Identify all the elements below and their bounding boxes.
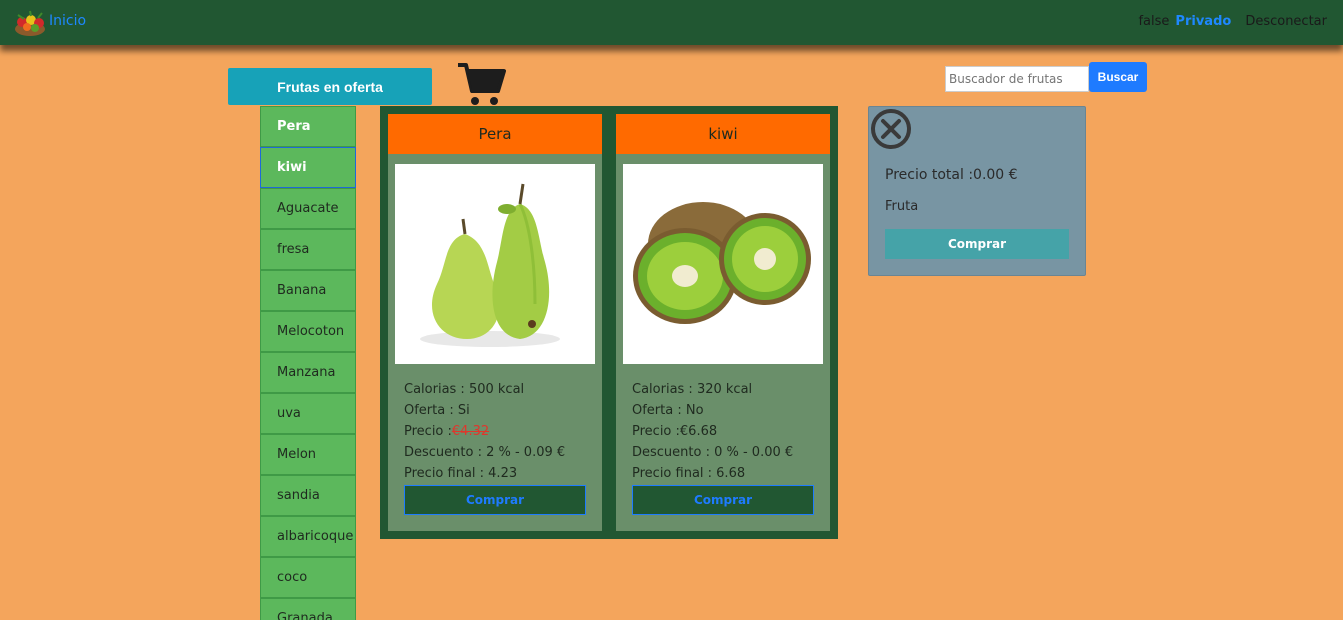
nav-right: false Privado Desconectar <box>1138 14 1327 29</box>
product-final-price: Precio final : 4.23 <box>404 466 518 481</box>
product-offer: Oferta : Si <box>404 403 470 418</box>
fruit-basket-icon[interactable] <box>12 7 48 37</box>
sidebar-item-melon[interactable]: Melon <box>260 434 356 475</box>
product-details: Calorias : 320 kcal Oferta : No Precio :… <box>632 379 793 484</box>
product-discount: Descuento : 2 % - 0.09 € <box>404 445 566 460</box>
sidebar-item-kiwi[interactable]: kiwi <box>260 147 356 188</box>
sidebar-item-manzana[interactable]: Manzana <box>260 352 356 393</box>
sidebar-item-fresa[interactable]: fresa <box>260 229 356 270</box>
product-price: Precio :€4.32 <box>404 421 565 442</box>
sidebar-item-sandia[interactable]: sandia <box>260 475 356 516</box>
product-card: Pera Calorias : 500 kcal Oferta : Si Pre… <box>388 114 602 531</box>
search-button[interactable]: Buscar <box>1089 62 1147 92</box>
buy-button[interactable]: Comprar <box>404 485 586 515</box>
product-name: Pera <box>388 114 602 154</box>
product-discount: Descuento : 0 % - 0.00 € <box>632 445 794 460</box>
navbar: Inicio false Privado Desconectar <box>0 0 1343 45</box>
price-value: €6.68 <box>679 424 718 439</box>
product-price: Precio :€6.68 <box>632 421 793 442</box>
product-details: Calorias : 500 kcal Oferta : Si Precio :… <box>404 379 565 484</box>
kiwi-image <box>623 164 823 364</box>
sidebar-item-pera[interactable]: Pera <box>260 106 356 147</box>
product-name: kiwi <box>616 114 830 154</box>
sidebar-item-banana[interactable]: Banana <box>260 270 356 311</box>
sidebar-item-granada[interactable]: Granada <box>260 598 356 620</box>
search-input[interactable] <box>945 66 1089 92</box>
logout-link[interactable]: Desconectar <box>1245 14 1327 29</box>
shopping-cart-icon[interactable] <box>456 61 506 107</box>
close-icon[interactable] <box>870 108 912 150</box>
price-label: Precio : <box>404 424 452 439</box>
sidebar-item-aguacate[interactable]: Aguacate <box>260 188 356 229</box>
sidebar-item-albaricoque[interactable]: albaricoque <box>260 516 356 557</box>
buy-button[interactable]: Comprar <box>632 485 814 515</box>
private-link[interactable]: Privado <box>1175 14 1231 29</box>
cart-panel: Precio total :0.00 € Fruta Comprar <box>868 106 1086 276</box>
sidebar-item-melocoton[interactable]: Melocoton <box>260 311 356 352</box>
product-final-price: Precio final : 6.68 <box>632 466 746 481</box>
product-calories: Calorias : 320 kcal <box>632 382 753 397</box>
product-offer: Oferta : No <box>632 403 704 418</box>
home-link[interactable]: Inicio <box>49 13 86 29</box>
cart-fruit-label: Fruta <box>885 199 919 214</box>
product-calories: Calorias : 500 kcal <box>404 382 525 397</box>
cart-buy-button[interactable]: Comprar <box>885 229 1069 259</box>
sidebar-item-coco[interactable]: coco <box>260 557 356 598</box>
pear-image <box>395 164 595 364</box>
cart-total: Precio total :0.00 € <box>885 167 1018 183</box>
session-status: false <box>1138 14 1170 29</box>
sidebar-item-uva[interactable]: uva <box>260 393 356 434</box>
price-value: €4.32 <box>451 424 490 439</box>
price-label: Precio : <box>632 424 680 439</box>
product-panel: Pera Calorias : 500 kcal Oferta : Si Pre… <box>380 106 838 539</box>
offers-button[interactable]: Frutas en oferta <box>228 68 432 105</box>
product-card: kiwi Calorias : 320 kcal Oferta : No Pre… <box>616 114 830 531</box>
fruit-sidebar: Pera kiwi Aguacate fresa Banana Melocoto… <box>260 106 356 620</box>
